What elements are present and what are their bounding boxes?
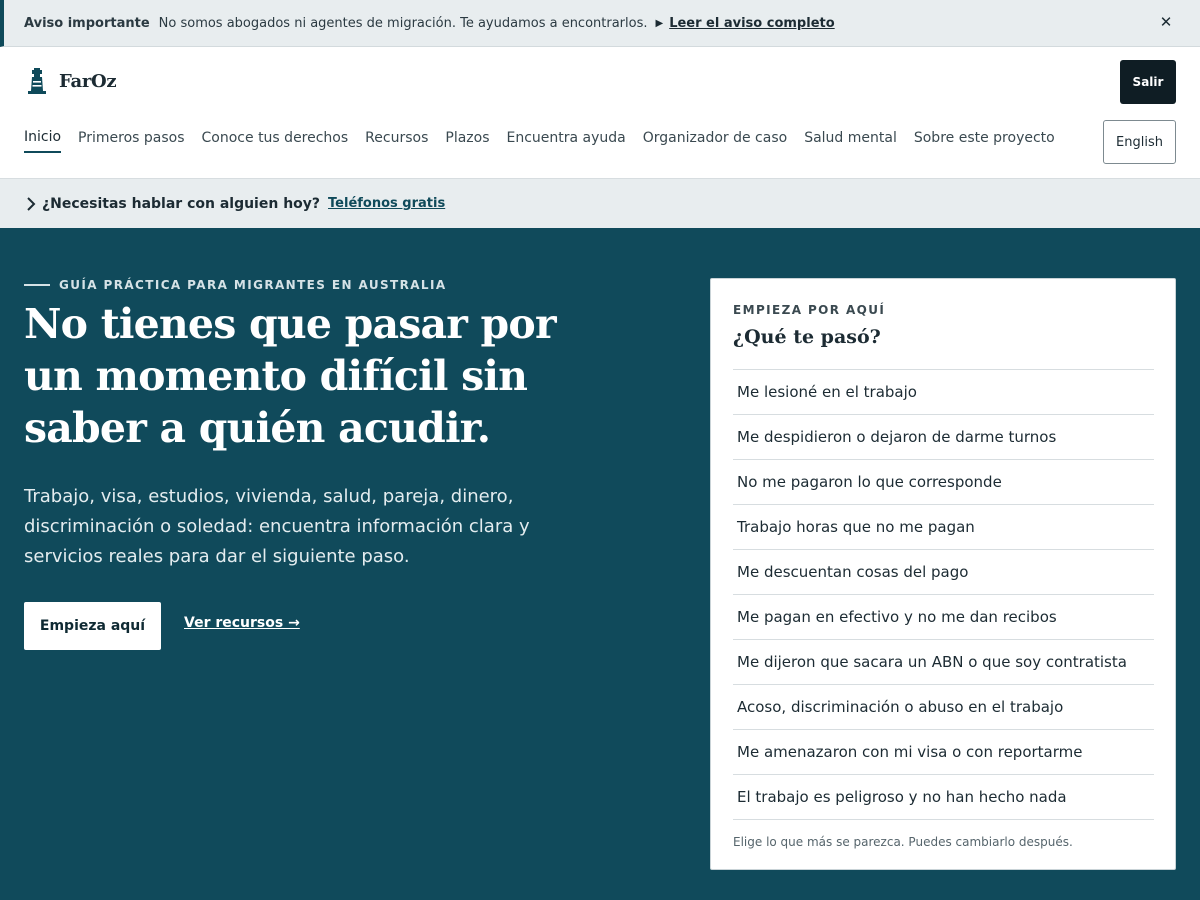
help-bar: ¿Necesitas hablar con alguien hoy? Teléf… <box>0 179 1200 228</box>
close-icon[interactable]: ✕ <box>1156 10 1176 34</box>
brand-home-link[interactable]: FarOz <box>24 67 117 95</box>
nav-item-inicio[interactable]: Inicio <box>24 129 62 153</box>
hero-section: GUÍA PRÁCTICA PARA MIGRANTES EN AUSTRALI… <box>0 228 1200 900</box>
nav-item-primeros-pasos[interactable]: Primeros pasos <box>78 130 184 152</box>
notice-label: Aviso importante <box>24 15 150 31</box>
triangle-right-icon: ▶ <box>655 17 664 29</box>
nav-item-salud-mental[interactable]: Salud mental <box>804 130 897 152</box>
card-eyebrow: EMPIEZA POR AQUÍ <box>733 303 886 317</box>
brand-name: FarOz <box>59 70 117 92</box>
view-resources-link[interactable]: Ver recursos → <box>184 615 300 631</box>
list-item[interactable]: Acoso, discriminación o abuso en el trab… <box>733 685 1154 730</box>
notice-bar: Aviso importante No somos abogados ni ag… <box>0 0 1200 47</box>
eyebrow-rule <box>24 284 50 286</box>
nav-item-organizador-de-caso[interactable]: Organizador de caso <box>643 130 787 152</box>
list-item[interactable]: Me pagan en efectivo y no me dan recibos <box>733 595 1154 640</box>
hero-eyebrow: GUÍA PRÁCTICA PARA MIGRANTES EN AUSTRALI… <box>24 278 447 292</box>
notice-text: No somos abogados ni agentes de migració… <box>158 15 648 31</box>
list-item[interactable]: Me dijeron que sacara un ABN o que soy c… <box>733 640 1154 685</box>
lighthouse-icon <box>28 68 46 94</box>
main-nav: Inicio Primeros pasos Conoce tus derecho… <box>24 129 1072 153</box>
language-button[interactable]: English <box>1103 120 1176 164</box>
nav-item-conoce-tus-derechos[interactable]: Conoce tus derechos <box>202 130 349 152</box>
list-item[interactable]: Trabajo horas que no me pagan <box>733 505 1154 550</box>
exit-button[interactable]: Salir <box>1120 60 1176 104</box>
list-item[interactable]: Me lesioné en el trabajo <box>733 370 1154 415</box>
hero-eyebrow-text: GUÍA PRÁCTICA PARA MIGRANTES EN AUSTRALI… <box>59 278 447 292</box>
situation-options: Me lesioné en el trabajo Me despidieron … <box>733 369 1154 820</box>
site-header: FarOz Salir Inicio Primeros pasos Conoce… <box>0 47 1200 179</box>
free-phones-link[interactable]: Teléfonos gratis <box>328 196 445 211</box>
help-question: ¿Necesitas hablar con alguien hoy? <box>42 195 321 212</box>
list-item[interactable]: No me pagaron lo que corresponde <box>733 460 1154 505</box>
nav-item-encuentra-ayuda[interactable]: Encuentra ayuda <box>507 130 626 152</box>
chevron-right-icon[interactable] <box>25 196 37 212</box>
card-hint: Elige lo que más se parezca. Puedes camb… <box>733 835 1073 849</box>
nav-item-recursos[interactable]: Recursos <box>365 130 428 152</box>
start-card: EMPIEZA POR AQUÍ ¿Qué te pasó? Me lesion… <box>710 278 1176 870</box>
list-item[interactable]: Me descuentan cosas del pago <box>733 550 1154 595</box>
nav-item-sobre-este-proyecto[interactable]: Sobre este proyecto <box>914 130 1055 152</box>
start-here-button[interactable]: Empieza aquí <box>24 602 161 650</box>
nav-item-plazos[interactable]: Plazos <box>445 130 489 152</box>
notice-read-more-link[interactable]: Leer el aviso completo <box>669 16 834 31</box>
list-item[interactable]: El trabajo es peligroso y no han hecho n… <box>733 775 1154 820</box>
hero-title: No tienes que pasar por un momento difíc… <box>24 300 557 452</box>
list-item[interactable]: Me amenazaron con mi visa o con reportar… <box>733 730 1154 775</box>
card-title: ¿Qué te pasó? <box>733 326 881 348</box>
list-item[interactable]: Me despidieron o dejaron de darme turnos <box>733 415 1154 460</box>
hero-description: Trabajo, visa, estudios, vivienda, salud… <box>24 486 530 567</box>
